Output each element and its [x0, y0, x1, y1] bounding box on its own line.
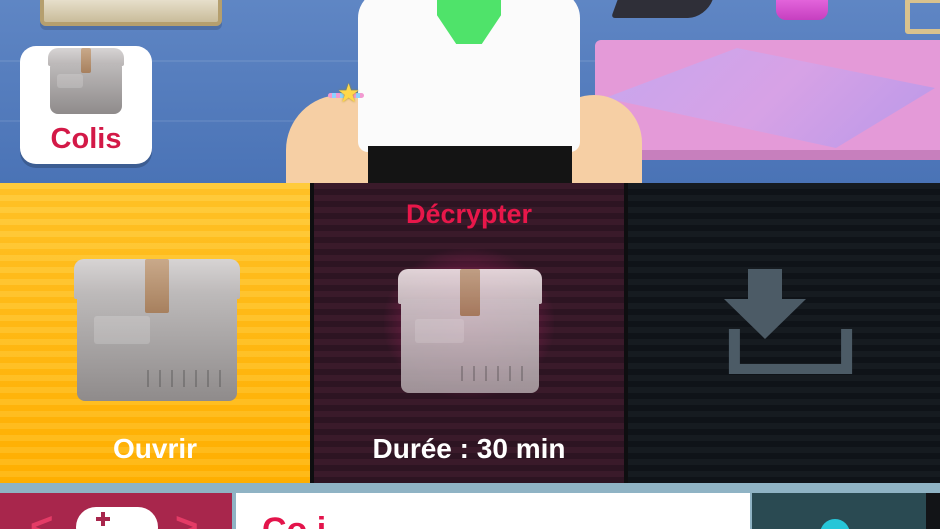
- right-tab[interactable]: [752, 493, 940, 529]
- empty-parcel-slot[interactable]: [628, 183, 940, 483]
- games-tab[interactable]: < >: [0, 493, 232, 529]
- star-icon: ★: [337, 78, 361, 108]
- parcel-icon: [48, 48, 124, 114]
- decrypt-duration: Durée : 30 min: [372, 433, 566, 464]
- bottom-separator: [0, 483, 940, 493]
- open-parcel-slot[interactable]: Ouvrir: [0, 183, 310, 483]
- open-button-label: Ouvrir: [112, 433, 198, 464]
- download-icon: [724, 269, 853, 374]
- bottom-navigation: < > Co i: [0, 493, 940, 529]
- shelf-decoration: [40, 0, 222, 26]
- stool-decoration: [905, 0, 940, 34]
- shoe-decoration: [610, 0, 715, 18]
- decrypt-parcel-slot[interactable]: Décrypter Durée : 30 min: [314, 183, 624, 483]
- parcel-panels: Ouvrir Décrypter Durée : 30 min: [0, 183, 940, 483]
- rug-edge: [598, 150, 940, 160]
- middle-tab-label: Co i: [262, 511, 326, 529]
- parcel-icon: [398, 269, 542, 393]
- gamepad-dpad: [101, 512, 105, 526]
- decrypt-title: Décrypter: [405, 199, 533, 229]
- chevron-left-icon[interactable]: <: [30, 507, 53, 529]
- parcel-icon: [74, 259, 240, 401]
- profile-icon: [820, 519, 850, 529]
- cup-decoration: [776, 0, 828, 20]
- middle-tab[interactable]: Co i: [236, 493, 750, 529]
- bar-edge: [926, 493, 940, 529]
- colis-button[interactable]: Colis: [20, 46, 152, 164]
- chevron-right-icon[interactable]: >: [175, 507, 198, 529]
- room-scene: ★ Colis: [0, 0, 940, 183]
- gamepad-icon: [76, 507, 158, 529]
- character-pants: [368, 146, 572, 183]
- colis-label: Colis: [50, 123, 122, 155]
